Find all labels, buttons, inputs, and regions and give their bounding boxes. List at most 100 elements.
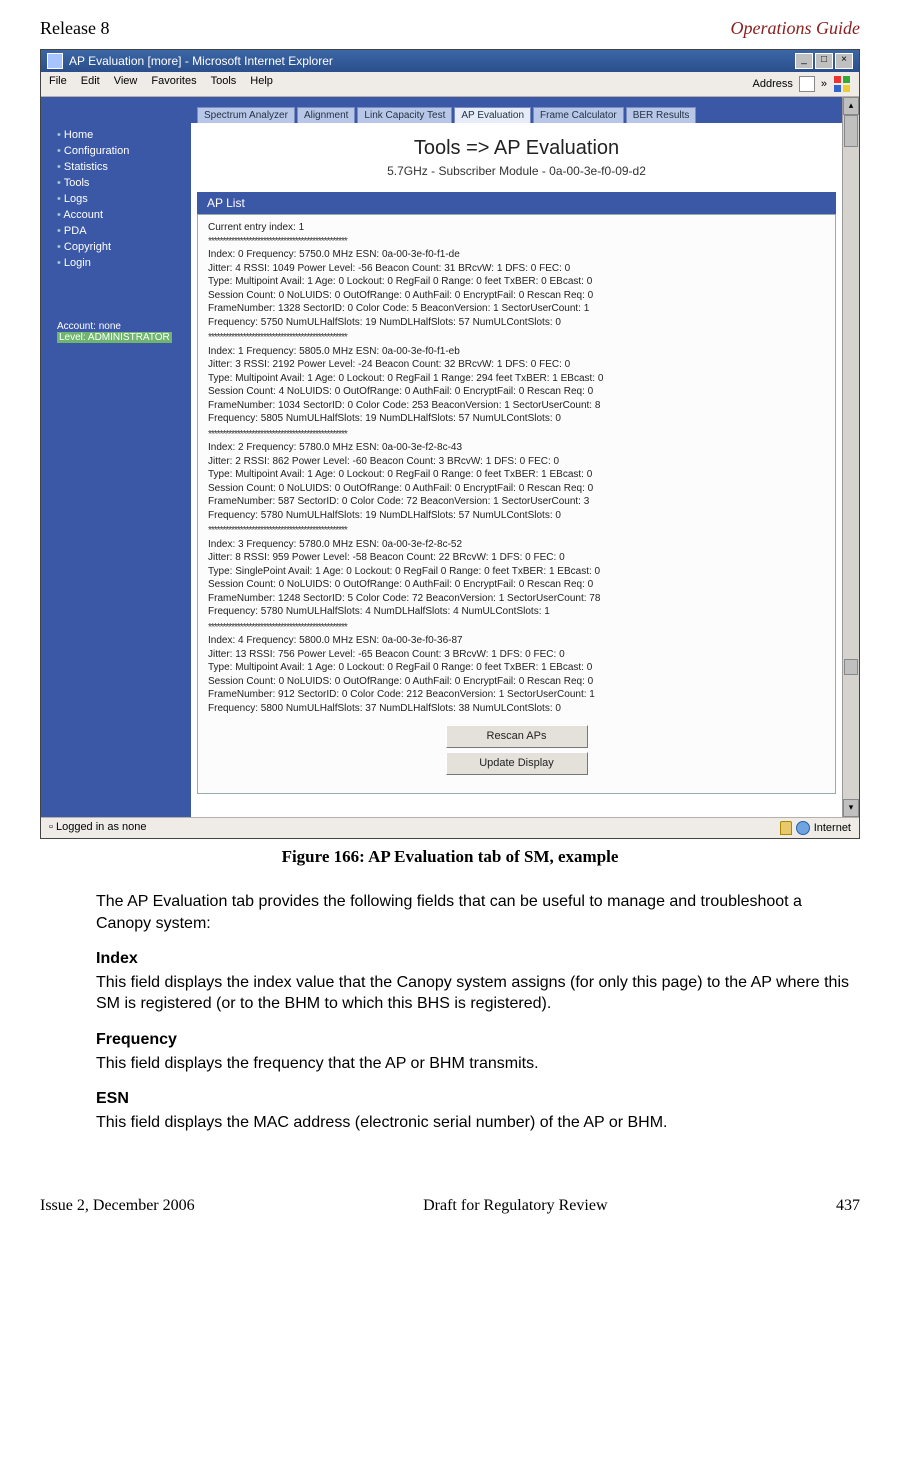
tab-spectrum-analyzer[interactable]: Spectrum Analyzer [197,107,295,123]
heading-esn: ESN [96,1088,856,1110]
sidebar-item-tools[interactable]: Tools [57,175,191,191]
menu-item-view[interactable]: View [114,75,138,93]
scroll-thumb[interactable] [844,115,858,147]
footer-center: Draft for Regulatory Review [423,1197,607,1215]
rescan-button[interactable]: Rescan APs [446,725,588,748]
sidebar-item-copyright[interactable]: Copyright [57,239,191,255]
status-right: Internet [814,822,851,834]
ap-entry-line: Frequency: 5800 NumULHalfSlots: 37 NumDL… [208,702,825,716]
ap-entry: Index: 0 Frequency: 5750.0 MHz ESN: 0a-0… [208,248,825,329]
ap-entry-line: Frequency: 5780 NumULHalfSlots: 19 NumDL… [208,509,825,523]
go-chevron[interactable]: » [821,78,827,90]
ap-entry-line: Type: Multipoint Avail: 1 Age: 0 Lockout… [208,468,825,482]
ap-entry-line: FrameNumber: 1248 SectorID: 5 Color Code… [208,592,825,606]
separator: ****************************************… [208,235,825,249]
tab-ap-evaluation[interactable]: AP Evaluation [454,107,531,123]
ap-entry-line: Frequency: 5780 NumULHalfSlots: 4 NumDLH… [208,605,825,619]
lock-icon [780,821,792,835]
sidebar-item-logs[interactable]: Logs [57,191,191,207]
section-body: Current entry index: 1 *****************… [197,214,836,794]
separator: ****************************************… [208,428,825,442]
ap-entry-line: Frequency: 5750 NumULHalfSlots: 19 NumDL… [208,316,825,330]
vertical-scrollbar[interactable]: ▴ ▾ [842,97,859,817]
tab-strip: Spectrum AnalyzerAlignmentLink Capacity … [191,97,842,123]
footer-left: Issue 2, December 2006 [40,1197,195,1215]
header-right: Operations Guide [731,18,861,39]
screenshot: AP Evaluation [more] - Microsoft Interne… [40,49,860,839]
ap-entry-line: Jitter: 4 RSSI: 1049 Power Level: -56 Be… [208,262,825,276]
header-left: Release 8 [40,18,109,39]
close-button[interactable]: × [835,53,853,69]
globe-icon [796,821,810,835]
ap-entry-line: Index: 3 Frequency: 5780.0 MHz ESN: 0a-0… [208,538,825,552]
tab-frame-calculator[interactable]: Frame Calculator [533,107,624,123]
tab-alignment[interactable]: Alignment [297,107,355,123]
menu-item-file[interactable]: File [49,75,67,93]
heading-index: Index [96,948,856,970]
scroll-down-icon[interactable]: ▾ [843,799,859,817]
minimize-button[interactable]: _ [795,53,813,69]
tab-link-capacity-test[interactable]: Link Capacity Test [357,107,452,123]
ap-entry-line: Type: SinglePoint Avail: 1 Age: 0 Lockou… [208,565,825,579]
ap-entry-line: Session Count: 0 NoLUIDS: 0 OutOfRange: … [208,675,825,689]
sidebar-item-account[interactable]: Account [57,207,191,223]
ap-entry-line: Session Count: 0 NoLUIDS: 0 OutOfRange: … [208,578,825,592]
sidebar-item-statistics[interactable]: Statistics [57,159,191,175]
scroll-thumb-2[interactable] [844,659,858,675]
menu-item-edit[interactable]: Edit [81,75,100,93]
status-left: Logged in as none [56,821,147,833]
ap-entry-line: Jitter: 3 RSSI: 2192 Power Level: -24 Be… [208,358,825,372]
paragraph-index: This field displays the index value that… [96,972,856,1015]
menu-item-favorites[interactable]: Favorites [151,75,196,93]
sidebar-item-pda[interactable]: PDA [57,223,191,239]
account-label: Account: none [57,321,191,332]
ap-entry: Index: 4 Frequency: 5800.0 MHz ESN: 0a-0… [208,634,825,715]
body-text: The AP Evaluation tab provides the follo… [96,891,856,1133]
ap-entry-line: Session Count: 0 NoLUIDS: 0 OutOfRange: … [208,482,825,496]
tab-ber-results[interactable]: BER Results [626,107,697,123]
ap-entry: Index: 3 Frequency: 5780.0 MHz ESN: 0a-0… [208,538,825,619]
menu-bar: File Edit View Favorites Tools Help Address » [41,72,859,97]
page-subheading: 5.7GHz - Subscriber Module - 0a-00-3e-f0… [191,164,842,192]
ap-entry-line: Jitter: 8 RSSI: 959 Power Level: -58 Bea… [208,551,825,565]
section-title: AP List [197,192,836,214]
windows-logo-icon [833,75,851,93]
window-titlebar: AP Evaluation [more] - Microsoft Interne… [41,50,859,72]
ap-entry-line: FrameNumber: 1034 SectorID: 0 Color Code… [208,399,825,413]
ap-entry-line: Jitter: 13 RSSI: 756 Power Level: -65 Be… [208,648,825,662]
sidebar-item-login[interactable]: Login [57,255,191,271]
ap-entry-line: Session Count: 4 NoLUIDS: 0 OutOfRange: … [208,385,825,399]
scroll-up-icon[interactable]: ▴ [843,97,859,115]
ap-entry-line: FrameNumber: 912 SectorID: 0 Color Code:… [208,688,825,702]
status-bar: ▫ Logged in as none Internet [41,817,859,838]
ap-entry-line: Frequency: 5805 NumULHalfSlots: 19 NumDL… [208,412,825,426]
ap-entry-line: Type: Multipoint Avail: 1 Age: 0 Lockout… [208,275,825,289]
ap-entry-line: Index: 4 Frequency: 5800.0 MHz ESN: 0a-0… [208,634,825,648]
window-title: AP Evaluation [more] - Microsoft Interne… [69,54,333,68]
ap-entry-line: Index: 0 Frequency: 5750.0 MHz ESN: 0a-0… [208,248,825,262]
maximize-button[interactable]: □ [815,53,833,69]
menu-item-help[interactable]: Help [250,75,273,93]
ap-entry-line: FrameNumber: 1328 SectorID: 0 Color Code… [208,302,825,316]
ap-entry-line: Type: Multipoint Avail: 1 Age: 0 Lockout… [208,661,825,675]
address-label: Address [753,78,793,90]
separator: ****************************************… [208,621,825,635]
sidebar-item-home[interactable]: Home [57,127,191,143]
paragraph-frequency: This field displays the frequency that t… [96,1053,856,1075]
ap-entry-line: Index: 1 Frequency: 5805.0 MHz ESN: 0a-0… [208,345,825,359]
menu-item-tools[interactable]: Tools [211,75,237,93]
separator: ****************************************… [208,331,825,345]
main-area: Spectrum AnalyzerAlignmentLink Capacity … [191,97,842,817]
update-button[interactable]: Update Display [446,752,588,775]
ap-entry-line: Jitter: 2 RSSI: 862 Power Level: -60 Bea… [208,455,825,469]
figure-caption: Figure 166: AP Evaluation tab of SM, exa… [40,847,860,867]
page-heading: Tools => AP Evaluation [191,123,842,164]
page-footer: Issue 2, December 2006 Draft for Regulat… [0,1157,900,1235]
ap-entry-line: FrameNumber: 587 SectorID: 0 Color Code:… [208,495,825,509]
heading-frequency: Frequency [96,1029,856,1051]
page-header: Release 8 Operations Guide [40,18,860,39]
sidebar-item-configuration[interactable]: Configuration [57,143,191,159]
level-label: Level: ADMINISTRATOR [57,332,172,343]
ap-entry-line: Session Count: 0 NoLUIDS: 0 OutOfRange: … [208,289,825,303]
address-dropdown[interactable] [799,76,815,92]
